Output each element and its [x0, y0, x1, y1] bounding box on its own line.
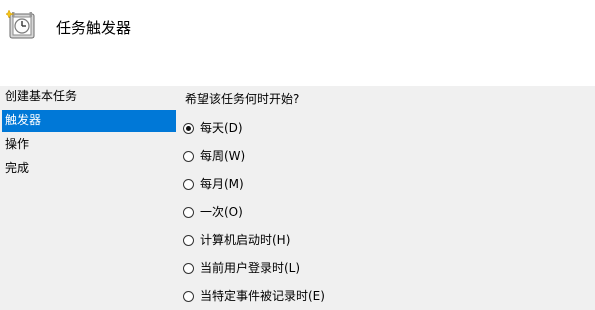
- option-weekly[interactable]: 每周(W): [183, 147, 245, 165]
- radio-button[interactable]: [183, 178, 194, 190]
- radio-button[interactable]: [183, 150, 194, 162]
- option-label: 一次(O): [200, 205, 243, 219]
- wizard-step-list: 创建基本任务 触发器 操作 完成: [0, 86, 178, 310]
- step-create-basic-task[interactable]: 创建基本任务: [2, 86, 176, 108]
- option-label: 每天(D): [200, 121, 243, 135]
- option-at-logon[interactable]: 当前用户登录时(L): [183, 259, 300, 277]
- step-trigger[interactable]: 触发器: [2, 110, 176, 132]
- option-at-startup[interactable]: 计算机启动时(H): [183, 231, 290, 249]
- task-scheduler-icon: [4, 9, 38, 41]
- option-label: 计算机启动时(H): [200, 233, 291, 247]
- wizard-header: 任务触发器: [0, 0, 595, 86]
- radio-button[interactable]: [183, 234, 194, 246]
- option-label: 当前用户登录时(L): [200, 261, 301, 275]
- option-label: 每周(W): [200, 149, 246, 163]
- trigger-panel: 希望该任务何时开始? 每天(D) 每周(W) 每月(M) 一次(O) 计算机启动…: [178, 86, 595, 310]
- radio-button[interactable]: [183, 262, 194, 274]
- radio-button[interactable]: [183, 290, 194, 302]
- step-action[interactable]: 操作: [2, 134, 176, 156]
- option-label: 当特定事件被记录时(E): [200, 289, 325, 303]
- option-daily[interactable]: 每天(D): [183, 119, 243, 137]
- trigger-question: 希望该任务何时开始?: [185, 92, 300, 106]
- page-title: 任务触发器: [56, 19, 132, 37]
- radio-button[interactable]: [183, 206, 194, 218]
- radio-button-checked[interactable]: [183, 122, 194, 134]
- option-monthly[interactable]: 每月(M): [183, 175, 244, 193]
- option-label: 每月(M): [200, 177, 244, 191]
- step-finish[interactable]: 完成: [2, 158, 176, 180]
- option-once[interactable]: 一次(O): [183, 203, 243, 221]
- option-on-event[interactable]: 当特定事件被记录时(E): [183, 287, 325, 305]
